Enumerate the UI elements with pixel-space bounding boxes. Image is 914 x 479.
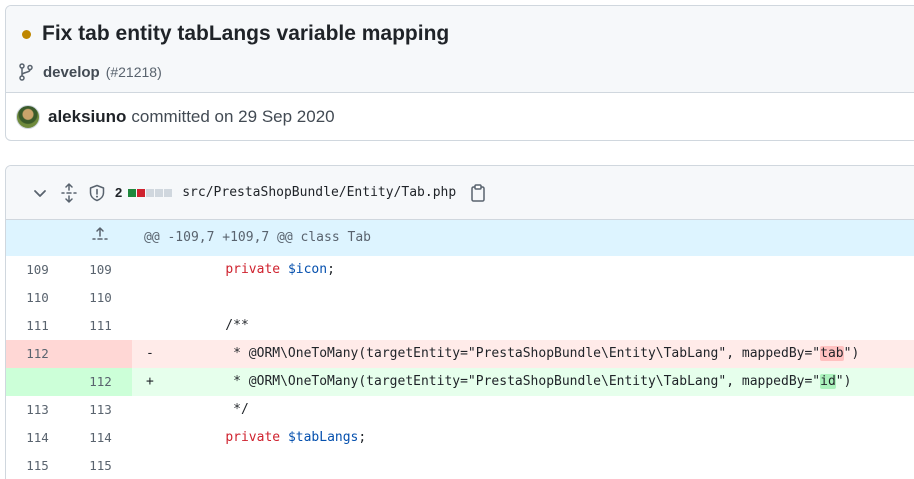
code-line: */ (132, 396, 914, 424)
code-text: ") (843, 346, 860, 361)
commit-header: Fix tab entity tabLangs variable mapping… (5, 5, 914, 141)
old-line-number[interactable]: 109 (6, 256, 69, 284)
code-line: private $tabLangs; (132, 424, 914, 452)
author-info: aleksiuno committed on 29 Sep 2020 (16, 104, 335, 130)
code-text: * @ORM\OneToMany(targetEntity="PrestaSho… (194, 346, 821, 361)
old-line-number[interactable]: 110 (6, 284, 69, 312)
diff-marker: + (146, 374, 154, 389)
code-line: private $icon; (132, 256, 914, 284)
keyword: private (225, 430, 281, 445)
diff-line: 112 - * @ORM\OneToMany(targetEntity="Pres… (6, 340, 914, 368)
diff-line: 115 115 (6, 452, 914, 479)
new-line-number[interactable]: 112 (69, 368, 132, 396)
new-line-number[interactable]: 113 (69, 396, 132, 424)
diff-line: 109 109 private $icon; (6, 256, 914, 284)
diff-line: 113 113 */ (6, 396, 914, 424)
author-link[interactable]: aleksiuno (48, 107, 126, 127)
old-line-number[interactable]: 112 (6, 340, 69, 368)
status-pending-icon[interactable] (22, 30, 31, 39)
code-text: ; (327, 262, 335, 277)
new-line-number[interactable]: 109 (69, 256, 132, 284)
code-text: /** (194, 318, 249, 333)
code-line: + * @ORM\OneToMany(targetEntity="PrestaS… (132, 368, 914, 396)
old-line-number[interactable]: 114 (6, 424, 69, 452)
diffstat-block (128, 188, 137, 197)
old-line-number[interactable]: 115 (6, 452, 69, 479)
avatar[interactable] (16, 105, 40, 129)
diffstat-block (164, 188, 173, 197)
diffstat-block (155, 188, 164, 197)
code-text: ") (835, 374, 852, 389)
diff-line: 111 111 /** (6, 312, 914, 340)
diff-line: 112 + * @ORM\OneToMany(targetEntity="Pres… (6, 368, 914, 396)
branch-info: develop (#21218) (18, 62, 162, 82)
diffstat-block (137, 188, 146, 197)
diffstat-block (146, 188, 155, 197)
variable: $tabLangs (287, 430, 359, 445)
hunk-text: @@ -109,7 +109,7 @@ class Tab (132, 220, 914, 256)
diffstat (128, 188, 173, 197)
file-path-link[interactable]: src/PrestaShopBundle/Entity/Tab.php (182, 185, 456, 200)
commit-summary: Fix tab entity tabLangs variable mapping… (6, 6, 914, 93)
file-header: 2 src/PrestaShopBundle/Entity/Tab.php (6, 166, 914, 220)
new-line-number[interactable] (69, 340, 132, 368)
code-text: */ (194, 402, 249, 417)
new-line-number[interactable]: 111 (69, 312, 132, 340)
variable: $icon (287, 262, 328, 277)
code-line: /** (132, 312, 914, 340)
diff-line: 110 110 (6, 284, 914, 312)
new-line-number[interactable]: 114 (69, 424, 132, 452)
diff-marker: - (146, 346, 154, 361)
changed-word: id (820, 374, 836, 389)
change-count: 2 (115, 185, 123, 200)
expand-up-button[interactable] (6, 220, 132, 256)
branch-link[interactable]: develop (43, 64, 100, 81)
copy-icon[interactable] (470, 183, 486, 202)
old-line-number[interactable] (6, 368, 69, 396)
old-line-number[interactable]: 113 (6, 396, 69, 424)
old-line-number[interactable]: 111 (6, 312, 69, 340)
commit-title: Fix tab entity tabLangs variable mapping (42, 22, 450, 45)
new-line-number[interactable]: 110 (69, 284, 132, 312)
pull-request-link[interactable]: (#21218) (106, 64, 162, 80)
commit-date: committed on 29 Sep 2020 (131, 107, 335, 126)
diff-line: 114 114 private $tabLangs; (6, 424, 914, 452)
code-text: * @ORM\OneToMany(targetEntity="PrestaSho… (194, 374, 821, 389)
file-diff: 2 src/PrestaShopBundle/Entity/Tab.php @@… (5, 165, 914, 479)
git-branch-icon (18, 63, 34, 81)
diff-body: 109 109 private $icon; 110 110 111 111 /** 112… (6, 256, 914, 479)
code-text: ; (358, 430, 367, 445)
new-line-number[interactable]: 115 (69, 452, 132, 479)
hunk-header: @@ -109,7 +109,7 @@ class Tab (6, 220, 914, 256)
code-line: - * @ORM\OneToMany(targetEntity="PrestaS… (132, 340, 914, 368)
changed-word: tab (820, 346, 844, 361)
keyword: private (225, 262, 281, 277)
